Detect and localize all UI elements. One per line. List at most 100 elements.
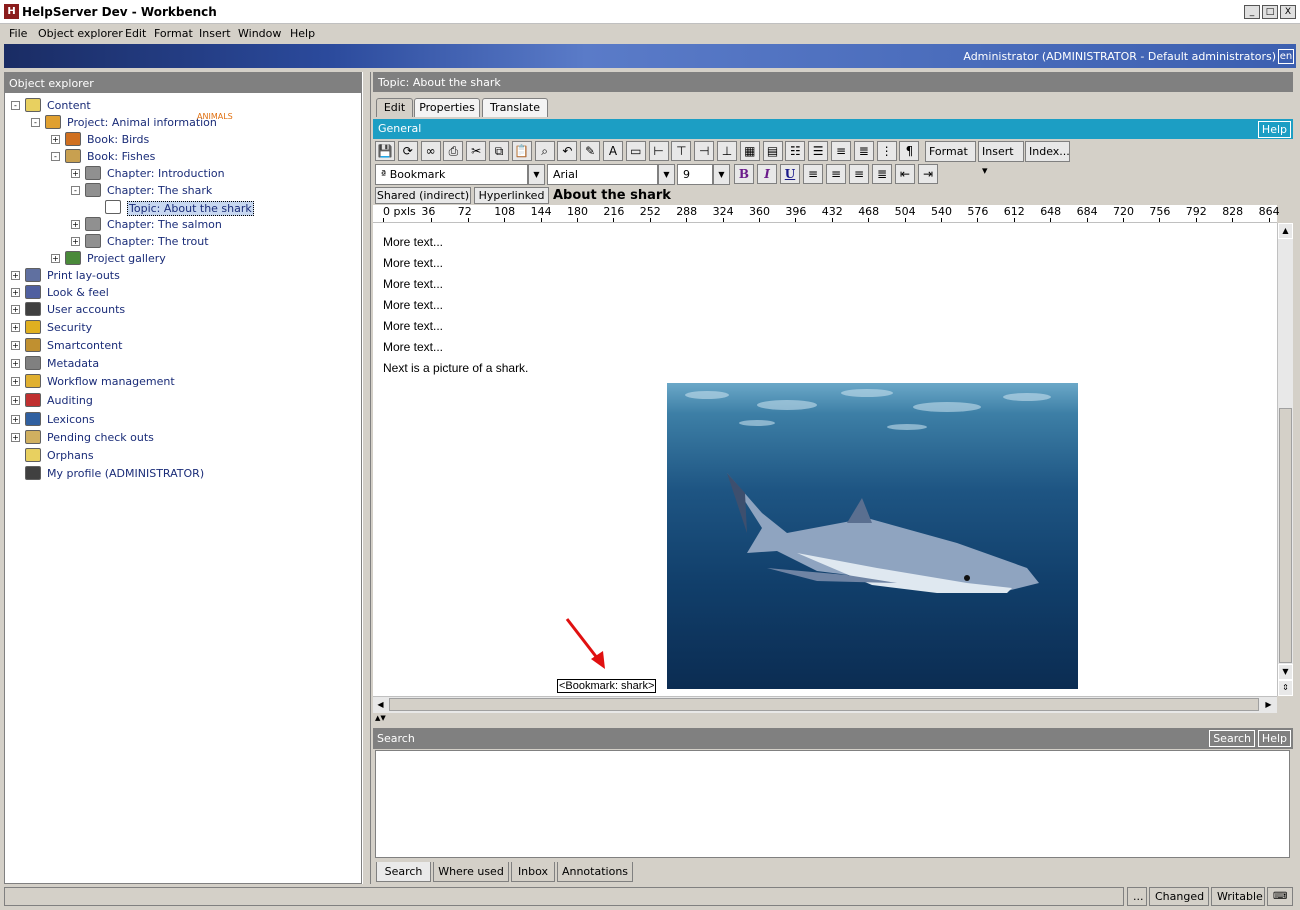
font-select[interactable]: Arial xyxy=(547,164,658,185)
find-icon[interactable]: ⌕ xyxy=(534,141,555,161)
indent-icon[interactable]: ⇥ xyxy=(918,164,938,184)
keyboard-icon[interactable]: ⌨ xyxy=(1267,887,1293,906)
format-dropdown[interactable]: Format ▾ xyxy=(925,141,976,177)
minimize-button[interactable]: _ xyxy=(1244,5,1260,19)
table-b-icon[interactable]: ▤ xyxy=(762,141,783,161)
tab-edit[interactable]: Edit xyxy=(376,98,413,117)
list-c-icon[interactable]: ⋮ xyxy=(876,141,897,161)
close-button[interactable]: X xyxy=(1280,5,1296,19)
expand-icon[interactable]: + xyxy=(11,433,20,442)
insert-row-icon[interactable]: ⊢ xyxy=(648,141,669,161)
scroll-left-icon[interactable]: ◀ xyxy=(373,697,388,712)
index-button[interactable]: Index... xyxy=(1025,141,1070,162)
expand-icon[interactable]: + xyxy=(11,323,20,332)
copy-icon[interactable]: ⧉ xyxy=(489,141,509,161)
paste-icon[interactable]: 📋 xyxy=(511,141,532,161)
tab-translate[interactable]: Translate xyxy=(482,98,548,117)
menu-help[interactable]: Help xyxy=(290,27,315,40)
bullet-list-icon[interactable]: ☰ xyxy=(808,141,829,161)
expand-icon[interactable]: + xyxy=(71,169,80,178)
panel-splitter[interactable] xyxy=(362,72,371,884)
align-left-icon[interactable]: ≡ xyxy=(803,164,823,184)
insert-dropdown[interactable]: Insert ▾ xyxy=(978,141,1024,177)
hyperlinked-button[interactable]: Hyperlinked xyxy=(474,187,549,204)
paragraph[interactable]: More text... xyxy=(383,319,443,333)
scroll-down-icon[interactable]: ▼ xyxy=(1278,664,1293,680)
menu-file[interactable]: File xyxy=(9,27,27,40)
collapse-split-icon[interactable]: ▲▼ xyxy=(375,714,395,722)
paragraph[interactable]: Next is a picture of a shark. xyxy=(383,361,528,375)
status-more-button[interactable]: ... xyxy=(1127,887,1147,906)
vertical-scrollbar[interactable]: ▲ ▼ ⇕ xyxy=(1277,223,1293,696)
bottom-tab-where-used[interactable]: Where used xyxy=(433,862,509,882)
horizontal-scroll-thumb[interactable] xyxy=(389,698,1259,711)
collapse-icon[interactable]: - xyxy=(51,152,60,161)
table-a-icon[interactable]: ▦ xyxy=(739,141,760,161)
shared-indirect-button[interactable]: Shared (indirect) xyxy=(375,187,471,204)
refresh-icon[interactable]: ⟳ xyxy=(397,141,418,161)
menu-insert[interactable]: Insert xyxy=(199,27,231,40)
underline-button[interactable]: U xyxy=(780,164,800,184)
paragraph-icon[interactable]: ¶ xyxy=(899,141,920,161)
search-results-area[interactable] xyxy=(375,750,1290,858)
horizontal-scrollbar[interactable]: ◀ ▶ xyxy=(373,696,1277,713)
bottom-tab-inbox[interactable]: Inbox xyxy=(511,862,555,882)
expand-icon[interactable]: + xyxy=(11,271,20,280)
search-button[interactable]: Search xyxy=(1209,730,1255,747)
save-icon[interactable]: 💾 xyxy=(375,141,395,161)
expand-icon[interactable]: + xyxy=(11,305,20,314)
italic-button[interactable]: I xyxy=(757,164,777,184)
maximize-button[interactable]: □ xyxy=(1262,5,1278,19)
menu-window[interactable]: Window xyxy=(238,27,281,40)
general-help-button[interactable]: Help xyxy=(1257,121,1291,138)
expand-icon[interactable]: + xyxy=(11,359,20,368)
menu-edit[interactable]: Edit xyxy=(125,27,146,40)
expand-icon[interactable]: + xyxy=(51,135,60,144)
spellcheck-icon[interactable]: ∞ xyxy=(420,141,441,161)
merge-icon[interactable]: ⊣ xyxy=(694,141,715,161)
language-button[interactable]: en xyxy=(1278,49,1294,64)
numbered-list-icon[interactable]: ☷ xyxy=(785,141,806,161)
page-nav-icon[interactable]: ⇕ xyxy=(1278,680,1293,696)
tab-properties[interactable]: Properties xyxy=(414,98,480,117)
undo-icon[interactable]: ↶ xyxy=(557,141,578,161)
expand-icon[interactable]: + xyxy=(71,220,80,229)
bottom-tab-search[interactable]: Search xyxy=(376,862,431,882)
bold-button[interactable]: B xyxy=(734,164,754,184)
vertical-scroll-thumb[interactable] xyxy=(1279,408,1292,663)
list-b-icon[interactable]: ≣ xyxy=(853,141,874,161)
expand-icon[interactable]: + xyxy=(51,254,60,263)
search-help-button[interactable]: Help xyxy=(1257,730,1291,747)
size-select[interactable]: 9 xyxy=(677,164,713,185)
frame-icon[interactable]: ▭ xyxy=(625,141,646,161)
menu-object-explorer[interactable]: Object explorer xyxy=(38,27,123,40)
scroll-up-icon[interactable]: ▲ xyxy=(1278,223,1293,239)
style-dropdown-button[interactable]: ▼ xyxy=(528,164,545,185)
shark-image[interactable] xyxy=(667,383,1078,689)
list-a-icon[interactable]: ≡ xyxy=(831,141,851,161)
collapse-icon[interactable]: - xyxy=(31,118,40,127)
expand-icon[interactable]: + xyxy=(71,237,80,246)
outdent-icon[interactable]: ⇤ xyxy=(895,164,915,184)
paragraph[interactable]: More text... xyxy=(383,298,443,312)
collapse-icon[interactable]: - xyxy=(11,101,20,110)
paragraph[interactable]: More text... xyxy=(383,256,443,270)
bookmark-marker[interactable]: <Bookmark: shark> xyxy=(557,679,657,693)
cut-icon[interactable]: ✂ xyxy=(466,141,487,161)
expand-icon[interactable]: + xyxy=(11,377,20,386)
paragraph[interactable]: More text... xyxy=(383,340,443,354)
menu-format[interactable]: Format xyxy=(154,27,193,40)
expand-icon[interactable]: + xyxy=(11,341,20,350)
print-icon[interactable]: ⎙ xyxy=(443,141,464,161)
split-icon[interactable]: ⊥ xyxy=(717,141,737,161)
style-select[interactable]: ª Bookmark xyxy=(375,164,528,185)
paragraph[interactable]: More text... xyxy=(383,277,443,291)
align-center-icon[interactable]: ≡ xyxy=(826,164,846,184)
expand-icon[interactable]: + xyxy=(11,396,20,405)
scroll-right-icon[interactable]: ▶ xyxy=(1261,697,1276,712)
paragraph[interactable]: More text... xyxy=(383,235,443,249)
font-dropdown-button[interactable]: ▼ xyxy=(658,164,675,185)
editor-canvas[interactable]: More text... More text... More text... M… xyxy=(373,223,1277,696)
align-right-icon[interactable]: ≡ xyxy=(849,164,869,184)
expand-icon[interactable]: + xyxy=(11,288,20,297)
